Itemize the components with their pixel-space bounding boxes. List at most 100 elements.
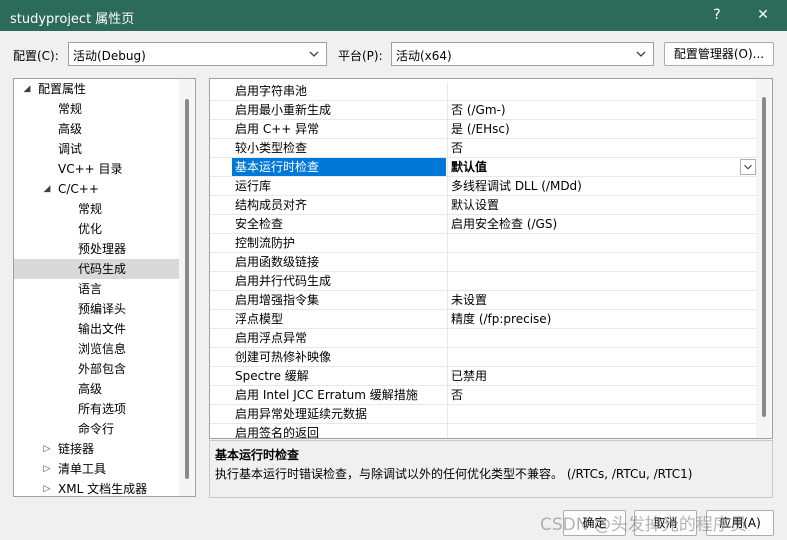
property-row[interactable]: 结构成员对齐 默认设置 — [210, 196, 758, 215]
tree-item[interactable]: 优化 — [14, 219, 179, 239]
tree-item[interactable]: 预编译头 — [14, 299, 179, 319]
tree-item[interactable]: VC++ 目录 — [14, 159, 179, 179]
tree-item[interactable]: ▷ 清单工具 — [14, 459, 179, 479]
tree-item-label: 输出文件 — [78, 322, 127, 336]
platform-select[interactable]: 活动(x64) — [391, 42, 654, 66]
tree-item[interactable]: 命令行 — [14, 419, 179, 439]
tree-item[interactable]: 浏览信息 — [14, 339, 179, 359]
property-value[interactable]: 默认设置 — [447, 196, 758, 214]
tree-item-label: 高级 — [78, 382, 103, 396]
property-row[interactable]: 安全检查 启用安全检查 (/GS) — [210, 215, 758, 234]
tree-item[interactable]: ◢ 配置属性 — [14, 79, 179, 99]
tree-scrollbar-thumb[interactable] — [185, 99, 189, 479]
property-row[interactable]: Spectre 缓解 已禁用 — [210, 367, 758, 386]
config-select[interactable]: 活动(Debug) — [68, 42, 327, 66]
tree-item-label: 命令行 — [78, 422, 115, 436]
close-button[interactable]: ✕ — [751, 4, 775, 26]
tree-item-label: 外部包含 — [78, 362, 127, 376]
property-name: 浮点模型 — [235, 312, 284, 326]
property-value[interactable] — [447, 348, 758, 366]
property-row[interactable]: 启用签名的返回 — [210, 424, 758, 439]
watermark: CSDN @头发掉光的程序员 — [540, 515, 747, 535]
property-value[interactable]: 精度 (/fp:precise) — [447, 310, 758, 328]
property-value[interactable]: 已禁用 — [447, 367, 758, 385]
property-value[interactable] — [447, 82, 758, 100]
platform-label: 平台(P): — [338, 49, 383, 63]
tree-item-label: 常规 — [58, 102, 83, 116]
property-value[interactable] — [447, 329, 758, 347]
property-value[interactable]: 多线程调试 DLL (/MDd) — [447, 177, 758, 195]
property-name: 结构成员对齐 — [235, 198, 308, 212]
property-row[interactable]: 启用并行代码生成 — [210, 272, 758, 291]
property-name: 运行库 — [235, 179, 272, 193]
property-name: 启用签名的返回 — [235, 426, 320, 439]
property-row[interactable]: 创建可热修补映像 — [210, 348, 758, 367]
tree-item[interactable]: 所有选项 — [14, 399, 179, 419]
tree-item[interactable]: ▷ XML 文档生成器 — [14, 479, 179, 496]
tree-item-label: 配置属性 — [38, 82, 87, 96]
property-row[interactable]: 启用 C++ 异常 是 (/EHsc) — [210, 120, 758, 139]
tree-item[interactable]: ◢ C/C++ — [14, 179, 179, 199]
tree-item[interactable]: 外部包含 — [14, 359, 179, 379]
property-value[interactable] — [447, 234, 758, 252]
property-row[interactable]: 启用最小重新生成 否 (/Gm-) — [210, 101, 758, 120]
chevron-down-icon — [744, 164, 752, 170]
property-value[interactable] — [447, 253, 758, 271]
property-name: 安全检查 — [235, 217, 284, 231]
property-value[interactable]: 否 — [447, 386, 758, 404]
tree-item[interactable]: 调试 — [14, 139, 179, 159]
chevron-down-icon — [309, 51, 319, 57]
property-row[interactable]: 较小类型检查 否 — [210, 139, 758, 158]
property-name: 较小类型检查 — [235, 141, 308, 155]
property-name: 基本运行时检查 — [232, 158, 446, 176]
property-row[interactable]: 启用增强指令集 未设置 — [210, 291, 758, 310]
property-row[interactable]: 控制流防护 — [210, 234, 758, 253]
property-name: 启用浮点异常 — [235, 331, 308, 345]
grid-scrollbar[interactable] — [756, 79, 772, 438]
property-row[interactable]: 启用异常处理延续元数据 — [210, 405, 758, 424]
property-row[interactable]: 启用浮点异常 — [210, 329, 758, 348]
expand-arrow-icon[interactable]: ▷ — [42, 479, 52, 496]
expand-arrow-icon[interactable]: ▷ — [42, 439, 52, 459]
grid-scrollbar-thumb[interactable] — [762, 97, 766, 417]
tree-item-label: 预处理器 — [78, 242, 127, 256]
tree-item[interactable]: 常规 — [14, 99, 179, 119]
property-value[interactable]: 否 (/Gm-) — [447, 101, 758, 119]
tree-item[interactable]: 常规 — [14, 199, 179, 219]
collapse-arrow-icon[interactable]: ◢ — [22, 79, 32, 99]
property-value[interactable]: 否 — [447, 139, 758, 157]
property-value[interactable]: 启用安全检查 (/GS) — [447, 215, 758, 233]
tree-item[interactable]: ▷ 链接器 — [14, 439, 179, 459]
collapse-arrow-icon[interactable]: ◢ — [42, 179, 52, 199]
property-name: 启用异常处理延续元数据 — [235, 407, 368, 421]
property-row[interactable]: 运行库 多线程调试 DLL (/MDd) — [210, 177, 758, 196]
property-row[interactable]: 启用 Intel JCC Erratum 缓解措施 否 — [210, 386, 758, 405]
description-title: 基本运行时检查 — [215, 448, 300, 462]
tree-scrollbar[interactable] — [179, 79, 195, 496]
tree-item-label: XML 文档生成器 — [58, 482, 148, 496]
property-value[interactable]: 默认值 — [447, 158, 758, 176]
tree-item[interactable]: 代码生成 — [14, 259, 179, 279]
property-value[interactable] — [447, 272, 758, 290]
expand-arrow-icon[interactable]: ▷ — [42, 459, 52, 479]
help-button[interactable]: ? — [705, 4, 729, 26]
config-manager-button[interactable]: 配置管理器(O)... — [664, 42, 774, 66]
property-value[interactable]: 未设置 — [447, 291, 758, 309]
tree-item[interactable]: 输出文件 — [14, 319, 179, 339]
property-row[interactable]: 浮点模型 精度 (/fp:precise) — [210, 310, 758, 329]
tree-item-label: VC++ 目录 — [58, 162, 123, 176]
tree-item[interactable]: 预处理器 — [14, 239, 179, 259]
chevron-down-icon — [636, 51, 646, 57]
value-dropdown-button[interactable] — [740, 159, 756, 175]
tree-item[interactable]: 高级 — [14, 119, 179, 139]
property-value[interactable] — [447, 405, 758, 423]
property-row[interactable]: 启用函数级链接 — [210, 253, 758, 272]
property-row[interactable]: 启用字符串池 — [210, 82, 758, 101]
property-value[interactable]: 是 (/EHsc) — [447, 120, 758, 138]
property-tree: ◢ 配置属性 常规 高级 调试 VC++ 目录 ◢ C/C++ 常规 优化 预处理器 代码生成 语言 预编… — [13, 78, 196, 497]
tree-item[interactable]: 语言 — [14, 279, 179, 299]
property-row[interactable]: 基本运行时检查 默认值 — [210, 158, 758, 177]
property-name: 启用增强指令集 — [235, 293, 320, 307]
tree-item[interactable]: 高级 — [14, 379, 179, 399]
property-value[interactable] — [447, 424, 758, 438]
